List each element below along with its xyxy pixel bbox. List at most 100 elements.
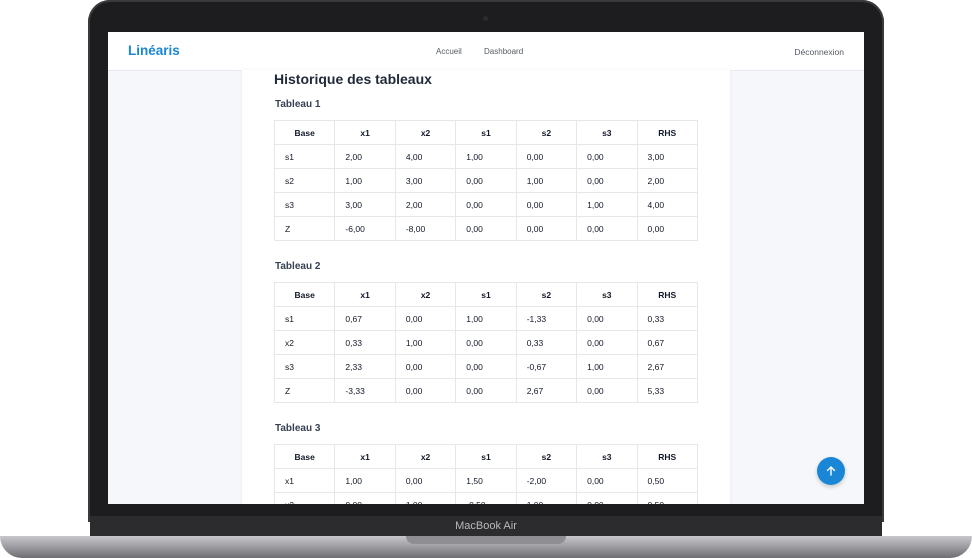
arrow-up-icon <box>826 466 836 476</box>
table-cell: 3,00 <box>636 144 699 169</box>
nav-link-dashboard[interactable]: Dashboard <box>484 47 523 56</box>
table-cell: 0,00 <box>576 492 638 504</box>
table-cell: 0,50 <box>636 468 699 493</box>
table-cell: 0,00 <box>576 216 638 241</box>
table-cell: 1,00 <box>515 168 578 193</box>
table-cell: 0,00 <box>394 306 457 331</box>
table-cell: 0,50 <box>636 492 699 504</box>
table-cell: 2,67 <box>636 354 699 379</box>
table-cell: 4,00 <box>636 192 699 217</box>
table-cell: -1,33 <box>515 306 578 331</box>
table-row: s1 2,00 4,00 1,00 0,00 0,00 3,00 <box>273 144 699 169</box>
table-cell: 0,00 <box>455 168 517 193</box>
table-cell: 1,00 <box>334 468 396 493</box>
table-row: x20,001,00-0,501,000,000,50 <box>273 492 699 504</box>
table-cell: -0,67 <box>515 354 578 379</box>
table-cell: 1,00 <box>334 168 396 193</box>
table-cell: 1,00 <box>394 492 457 504</box>
table-cell: 0,00 <box>576 144 638 169</box>
table-row: Z -3,33 0,00 0,00 2,67 0,00 5,33 <box>273 378 699 403</box>
table-cell: -0,50 <box>455 492 517 504</box>
column-header: RHS <box>636 120 699 145</box>
table-cell: 0,00 <box>636 216 699 241</box>
table-cell: 2,00 <box>394 192 457 217</box>
model-label: MacBook Air <box>455 520 517 532</box>
table-cell: 5,33 <box>636 378 699 403</box>
column-header: s1 <box>455 282 517 307</box>
column-header: x2 <box>394 282 457 307</box>
table-header-row: Base x1 x2 s1 s2 s3 RHS <box>273 120 699 145</box>
table-cell: 1,00 <box>394 330 457 355</box>
table-row: s3 3,00 2,00 0,00 0,00 1,00 4,00 <box>273 192 699 217</box>
table-cell: -8,00 <box>394 216 457 241</box>
table-cell: 0,67 <box>636 330 699 355</box>
scroll-top-button[interactable] <box>817 457 845 485</box>
table-cell: 3,00 <box>334 192 396 217</box>
table-cell: s1 <box>273 144 336 169</box>
table-cell: 2,33 <box>334 354 396 379</box>
table-cell: 0,00 <box>394 354 457 379</box>
table-cell: 2,67 <box>515 378 578 403</box>
table-cell: 1,00 <box>576 354 638 379</box>
table-cell: s2 <box>273 168 336 193</box>
page-title: Historique des tableaux <box>274 71 432 87</box>
table-cell: -2,00 <box>515 468 578 493</box>
table-cell: 0,00 <box>455 192 517 217</box>
column-header: s2 <box>515 120 578 145</box>
logout-link[interactable]: Déconnexion <box>794 47 844 57</box>
table-cell: -6,00 <box>334 216 396 241</box>
table-cell: 0,33 <box>636 306 699 331</box>
tableau-title: Tableau 1 <box>275 99 321 110</box>
column-header: Base <box>273 282 336 307</box>
table-header-row: Base x1 x2 s1 s2 s3 RHS <box>273 282 699 307</box>
table-cell: 2,00 <box>334 144 396 169</box>
column-header: RHS <box>636 444 699 469</box>
history-card: Historique des tableaux Tableau 1 Base x1 x… <box>242 70 730 504</box>
column-header: x2 <box>394 120 457 145</box>
table-row: Z -6,00 -8,00 0,00 0,00 0,00 0,00 <box>273 216 699 241</box>
table-cell: 0,00 <box>576 468 638 493</box>
table-cell: 0,00 <box>455 330 517 355</box>
table-row: s1 0,67 0,00 1,00 -1,33 0,00 0,33 <box>273 306 699 331</box>
table-cell: 0,00 <box>455 354 517 379</box>
camera-icon <box>483 16 488 21</box>
table-cell: s1 <box>273 306 336 331</box>
table-cell: 0,00 <box>455 378 517 403</box>
screen: Linéaris Accueil Dashboard Déconnexion H… <box>108 32 864 504</box>
table-cell: -3,33 <box>334 378 396 403</box>
table-cell: 1,00 <box>515 492 578 504</box>
table-cell: 0,67 <box>334 306 396 331</box>
table-cell: 0,00 <box>394 378 457 403</box>
brand-logo[interactable]: Linéaris <box>128 43 180 58</box>
column-header: s3 <box>576 120 638 145</box>
table-row: x2 0,33 1,00 0,00 0,33 0,00 0,67 <box>273 330 699 355</box>
column-header: s3 <box>576 444 638 469</box>
table-cell: x2 <box>273 330 336 355</box>
table-cell: 0,33 <box>515 330 578 355</box>
table-cell: 0,00 <box>394 468 457 493</box>
table-cell: s3 <box>273 354 336 379</box>
column-header: s2 <box>515 282 578 307</box>
column-header: x1 <box>334 444 396 469</box>
column-header: Base <box>273 444 336 469</box>
laptop-notch <box>406 536 566 544</box>
table-cell: 2,00 <box>636 168 699 193</box>
column-header: x2 <box>394 444 457 469</box>
table-cell: 0,00 <box>455 216 517 241</box>
column-header: s1 <box>455 120 517 145</box>
column-header: x1 <box>334 120 396 145</box>
navbar: Linéaris Accueil Dashboard Déconnexion <box>108 32 864 71</box>
table-cell: 0,00 <box>576 378 638 403</box>
table-cell: 0,00 <box>515 144 578 169</box>
nav-link-accueil[interactable]: Accueil <box>436 47 462 56</box>
table-cell: 1,00 <box>455 144 517 169</box>
table-cell: 4,00 <box>394 144 457 169</box>
table-cell: 0,33 <box>334 330 396 355</box>
simplex-table: Base x1 x2 s1 s2 s3 RHS s1 0,67 0,00 1,00 -1,33 0,00… <box>273 282 699 403</box>
tableau-title: Tableau 2 <box>275 261 321 272</box>
table-row: x1 1,00 0,00 1,50 -2,00 0,00 0,50 <box>273 468 699 493</box>
table-cell: 1,00 <box>455 306 517 331</box>
column-header: s1 <box>455 444 517 469</box>
table-header-row: Base x1 x2 s1 s2 s3 RHS <box>273 444 699 469</box>
column-header: Base <box>273 120 336 145</box>
